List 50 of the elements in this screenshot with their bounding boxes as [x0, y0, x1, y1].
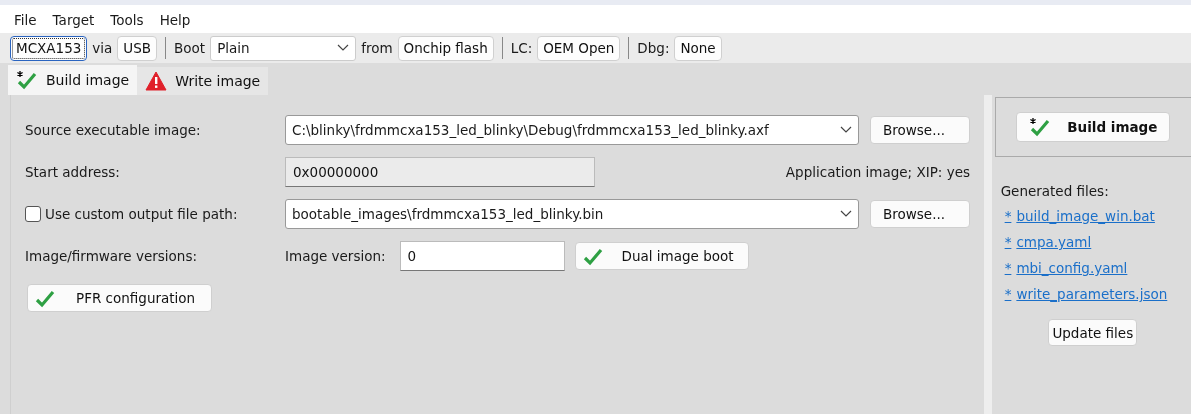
modified-asterisk: *	[1004, 208, 1012, 224]
pfr-configuration-button[interactable]: PFR configuration	[27, 284, 213, 312]
browse-button[interactable]: Browse...	[870, 116, 970, 144]
lc-label: LC:	[510, 40, 533, 56]
generated-files-label: Generated files:	[1000, 183, 1110, 199]
file-link[interactable]: cmpa.yaml	[1016, 234, 1092, 250]
output-dropdown[interactable]: bootable_images\frdmmcxa153_led_blinky.bin	[285, 199, 859, 229]
image-version-field[interactable]: 0	[399, 241, 565, 271]
lifecycle-button[interactable]: OEM Open	[537, 35, 621, 61]
boot-dropdown[interactable]: Plain	[210, 35, 357, 61]
dual-image-boot-button[interactable]: Dual image boot	[574, 242, 749, 270]
warning-icon	[145, 71, 168, 91]
device-button[interactable]: MCXA153	[10, 35, 88, 61]
file-link[interactable]: mbi_config.yaml	[1016, 260, 1128, 276]
caret-icon	[840, 126, 852, 134]
interface-button[interactable]: USB	[117, 35, 158, 61]
check-icon	[1029, 117, 1052, 137]
caret-icon	[337, 44, 350, 52]
caret-icon	[840, 210, 852, 218]
build-image-button[interactable]: Build image	[1016, 112, 1171, 142]
check-icon	[16, 70, 38, 90]
update-files-button[interactable]: Update files	[1048, 319, 1138, 346]
source-dropdown[interactable]: C:\blinky\frdmmcxa153_led_blinky\Debug\frdmmcxa153_led_blinky.axf	[285, 115, 859, 145]
versions-label: Image/firmware versions:	[25, 248, 198, 264]
start-address-label: Start address:	[25, 164, 121, 180]
check-icon	[34, 288, 56, 308]
custom-output-checkbox[interactable]: Use custom output file path:	[25, 206, 285, 222]
source-label: Source executable image:	[25, 122, 202, 138]
check-icon	[581, 246, 604, 266]
debug-button[interactable]: None	[674, 35, 722, 61]
file-link[interactable]: write_parameters.json	[1016, 286, 1168, 302]
modified-asterisk: *	[1004, 234, 1012, 250]
from-label: from	[361, 40, 393, 56]
boot-label: Boot	[174, 40, 206, 56]
memory-button[interactable]: Onchip flash	[397, 35, 494, 61]
tab[interactable]: Build image	[8, 65, 138, 95]
app-info-text: Application image; XIP: yes	[785, 164, 970, 180]
menu-item[interactable]: File	[14, 12, 37, 28]
modified-asterisk: *	[1004, 286, 1012, 302]
dbg-label: Dbg:	[637, 40, 670, 56]
via-label: via	[92, 40, 113, 56]
menu-item[interactable]: Target	[52, 12, 95, 28]
menu-item[interactable]: Tools	[110, 12, 144, 28]
menu-item[interactable]: Help	[159, 12, 191, 28]
image-version-label: Image version:	[285, 248, 386, 264]
start-address-field[interactable]: 0x00000000	[285, 157, 595, 187]
tab[interactable]: Write image	[137, 67, 269, 95]
modified-asterisk: *	[1004, 260, 1012, 276]
browse-button[interactable]: Browse...	[870, 200, 970, 228]
file-link[interactable]: build_image_win.bat	[1016, 208, 1155, 224]
